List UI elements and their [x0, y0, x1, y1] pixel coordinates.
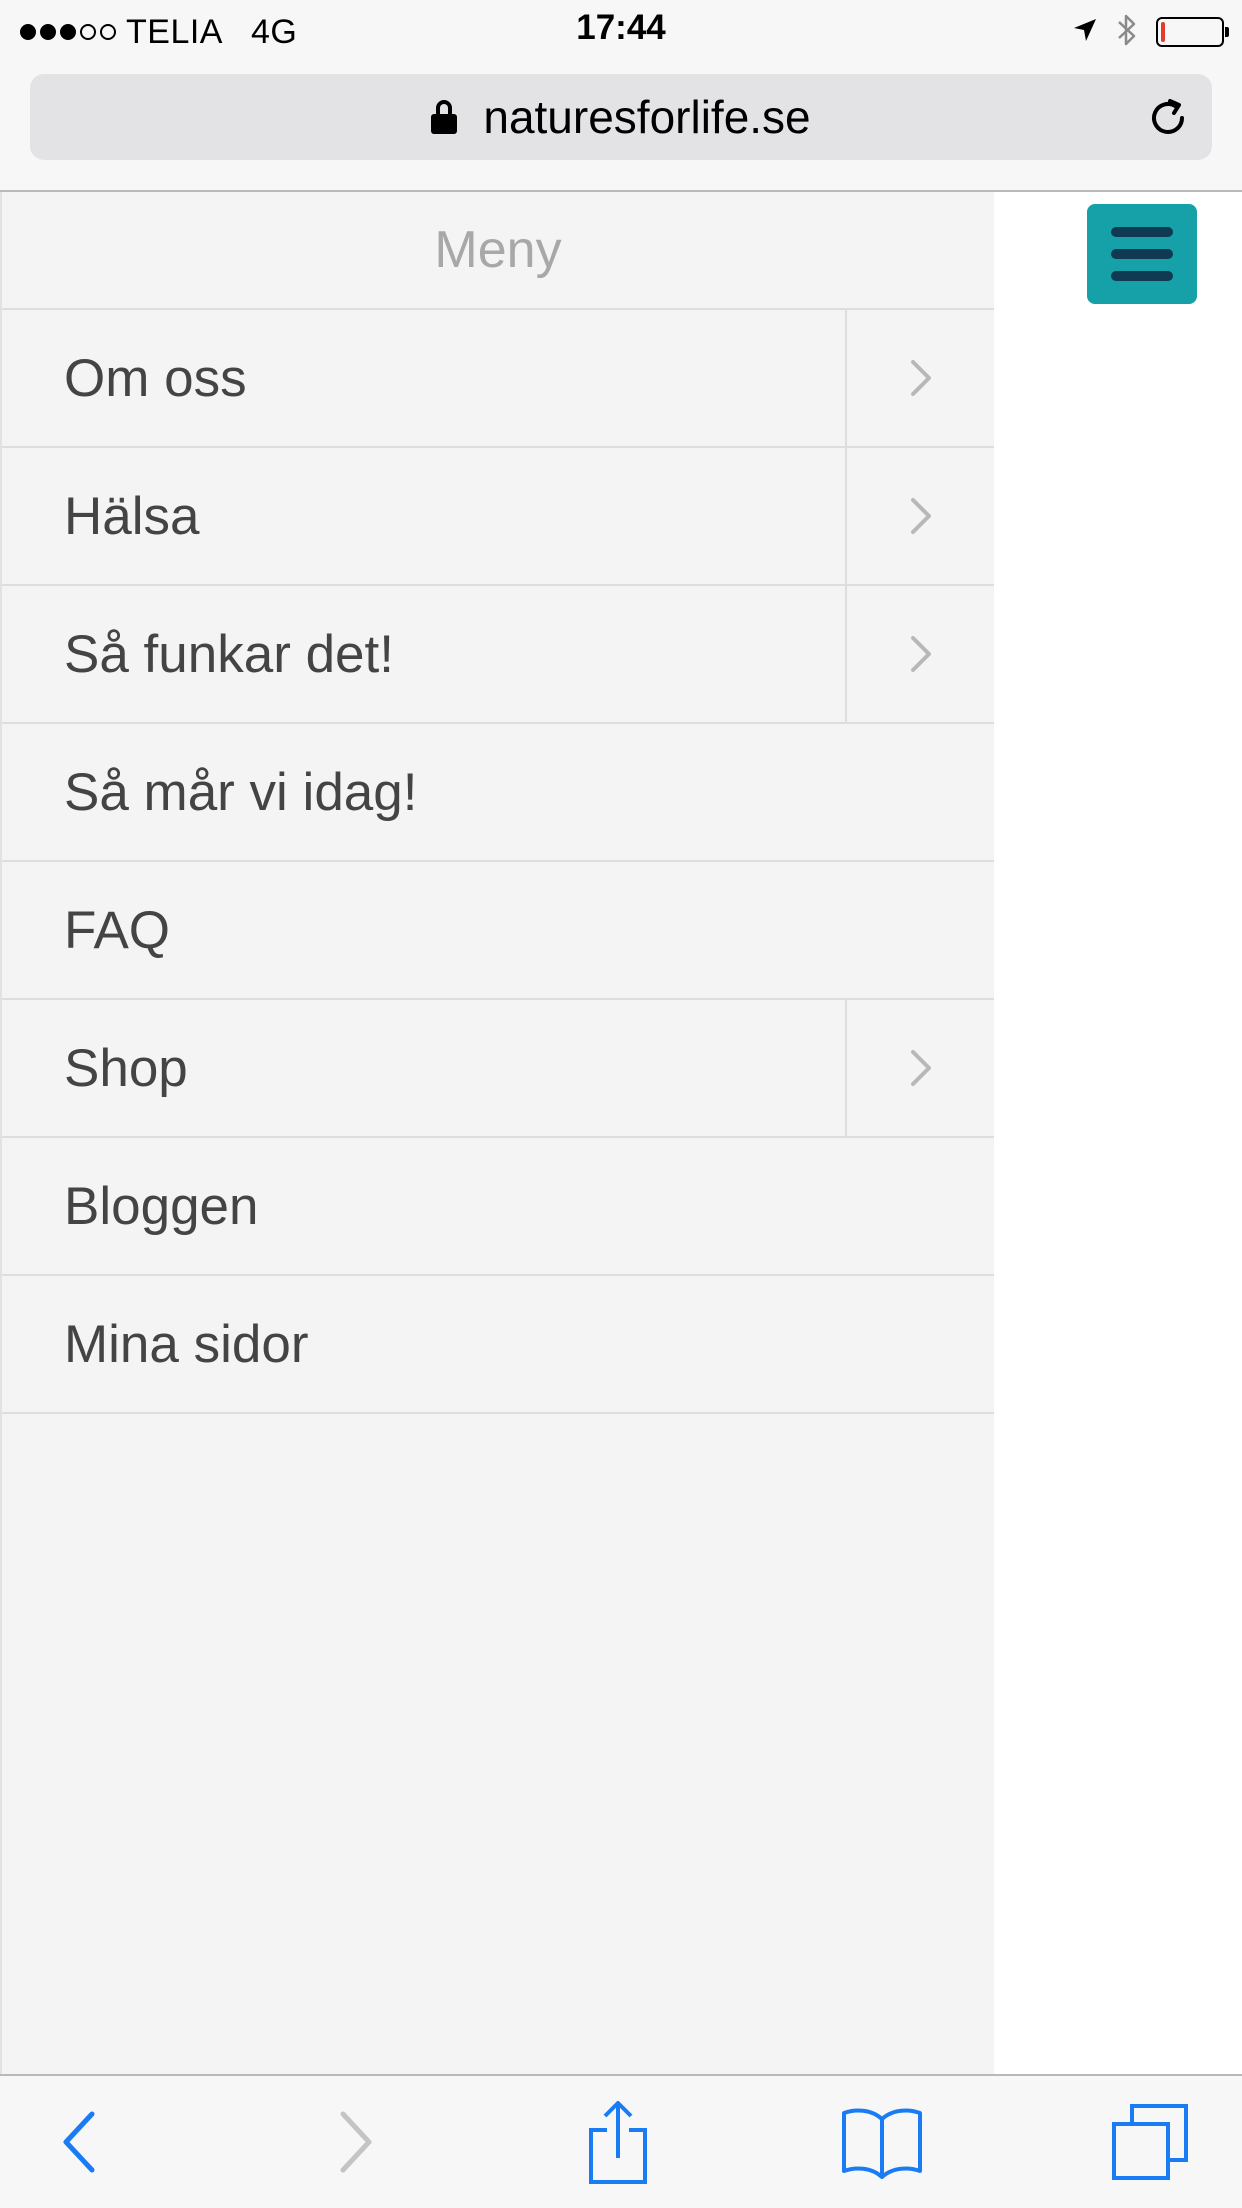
- chevron-right-icon: [910, 498, 931, 534]
- menu-item[interactable]: Om oss: [2, 310, 994, 448]
- chevron-right-icon: [910, 360, 931, 396]
- bookmarks-icon: [842, 2108, 922, 2179]
- hamburger-bar: [1111, 227, 1173, 237]
- menu-item[interactable]: Shop: [2, 1000, 994, 1138]
- menu-item[interactable]: Hälsa: [2, 448, 994, 586]
- submenu-toggle[interactable]: [845, 310, 994, 446]
- menu-item-label: Så funkar det!: [64, 624, 394, 684]
- menu-item[interactable]: Så mår vi idag!: [2, 724, 994, 862]
- back-icon: [63, 2111, 95, 2173]
- tabs-icon: [1112, 2104, 1188, 2180]
- menu-item-label: Shop: [64, 1038, 188, 1098]
- forward-icon: [340, 2111, 372, 2173]
- menu-item[interactable]: FAQ: [2, 862, 994, 1000]
- hamburger-bar: [1111, 271, 1173, 281]
- battery-level: [1161, 22, 1165, 42]
- location-icon: [1072, 17, 1098, 48]
- chevron-right-icon: [910, 1050, 931, 1086]
- submenu-toggle[interactable]: [845, 586, 994, 722]
- browser-toolbar: [0, 2074, 1242, 2208]
- menu-item-label: Så mår vi idag!: [64, 762, 418, 822]
- web-page: Meny Om oss Hälsa Så funkar det! Så mår vi …: [0, 192, 1242, 2074]
- menu-item-label: Bloggen: [64, 1176, 259, 1236]
- menu-item-label: Om oss: [64, 348, 247, 408]
- hamburger-bar: [1111, 249, 1173, 259]
- browser-chrome: naturesforlife.se: [0, 62, 1242, 192]
- submenu-toggle[interactable]: [845, 448, 994, 584]
- bookmarks-button[interactable]: [832, 2076, 932, 2208]
- side-menu: Meny Om oss Hälsa Så funkar det! Så mår vi …: [0, 192, 994, 2074]
- submenu-toggle[interactable]: [845, 1000, 994, 1136]
- lock-icon: [431, 100, 458, 134]
- forward-button[interactable]: [305, 2076, 405, 2208]
- menu-item[interactable]: Bloggen: [2, 1138, 994, 1276]
- bluetooth-icon: [1116, 12, 1138, 53]
- share-icon: [589, 2101, 647, 2184]
- menu-item[interactable]: Så funkar det!: [2, 586, 994, 724]
- menu-list: Om oss Hälsa Så funkar det! Så mår vi idag!…: [2, 310, 994, 1414]
- share-button[interactable]: [568, 2076, 668, 2208]
- menu-toggle-button[interactable]: [1087, 204, 1197, 304]
- reload-icon[interactable]: [1146, 96, 1190, 140]
- status-right: [1072, 12, 1229, 53]
- menu-item[interactable]: Mina sidor: [2, 1276, 994, 1414]
- tabs-button[interactable]: [1095, 2076, 1205, 2208]
- url-text: naturesforlife.se: [483, 91, 811, 143]
- menu-item-label: Mina sidor: [64, 1314, 309, 1374]
- clock: 17:44: [576, 8, 666, 47]
- address-content: naturesforlife.se: [30, 74, 1212, 160]
- menu-item-label: FAQ: [64, 900, 171, 960]
- chevron-right-icon: [910, 636, 931, 672]
- back-button[interactable]: [30, 2076, 130, 2208]
- status-bar: TELIA 4G 17:44: [0, 0, 1242, 62]
- menu-title: Meny: [2, 192, 994, 310]
- address-bar[interactable]: naturesforlife.se: [30, 74, 1212, 160]
- battery-icon: [1156, 17, 1229, 47]
- menu-item-label: Hälsa: [64, 486, 200, 546]
